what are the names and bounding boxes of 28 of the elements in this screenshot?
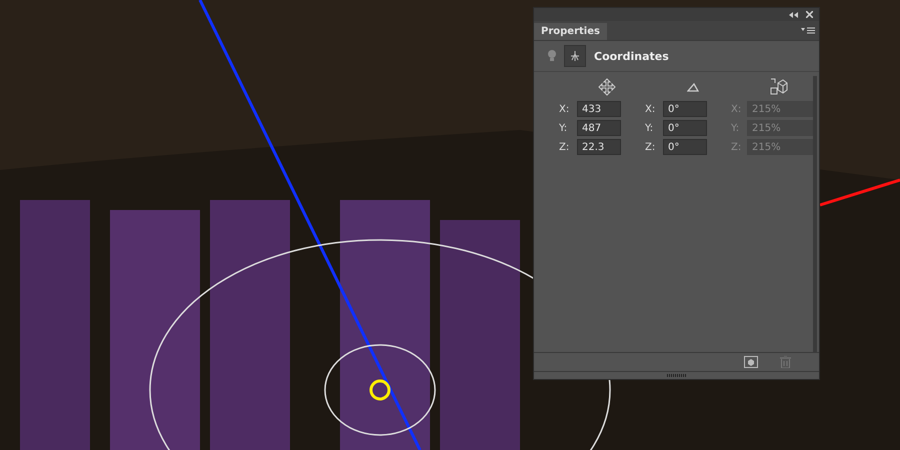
section-title: Coordinates	[594, 50, 669, 62]
panel-menu-icon[interactable]	[801, 27, 815, 34]
resize-grip[interactable]	[666, 374, 686, 377]
coordinate-field[interactable]: 0°	[663, 120, 707, 136]
light-bulb-icon[interactable]	[548, 50, 556, 62]
coordinate-field[interactable]: 433	[577, 101, 621, 117]
coordinate-field[interactable]: 0°	[663, 101, 707, 117]
axis-label: Y:	[645, 122, 654, 134]
move-icon	[598, 78, 616, 96]
coordinate-field[interactable]: 0°	[663, 139, 707, 155]
collapse-icon[interactable]	[789, 12, 798, 18]
axis-label: Z:	[731, 142, 742, 152]
cube-frame-icon[interactable]	[744, 356, 758, 368]
close-icon[interactable]	[806, 11, 813, 18]
axis-label: Y:	[559, 122, 568, 134]
angle-icon	[687, 82, 699, 92]
cube-icon	[770, 78, 788, 96]
coordinate-field[interactable]: 487	[577, 120, 621, 136]
axis-label: Y:	[731, 122, 740, 134]
axes-icon	[569, 50, 581, 62]
coordinate-field[interactable]: 22.3	[577, 139, 621, 155]
axis-label: Z:	[645, 142, 656, 152]
axis-label: X:	[645, 104, 656, 114]
properties-tab[interactable]: Properties	[534, 23, 607, 40]
axis-label: Z:	[559, 142, 570, 152]
axis-label: X:	[559, 104, 570, 114]
coordinates-mode-button[interactable]	[564, 45, 586, 67]
axis-label: X:	[731, 104, 742, 114]
